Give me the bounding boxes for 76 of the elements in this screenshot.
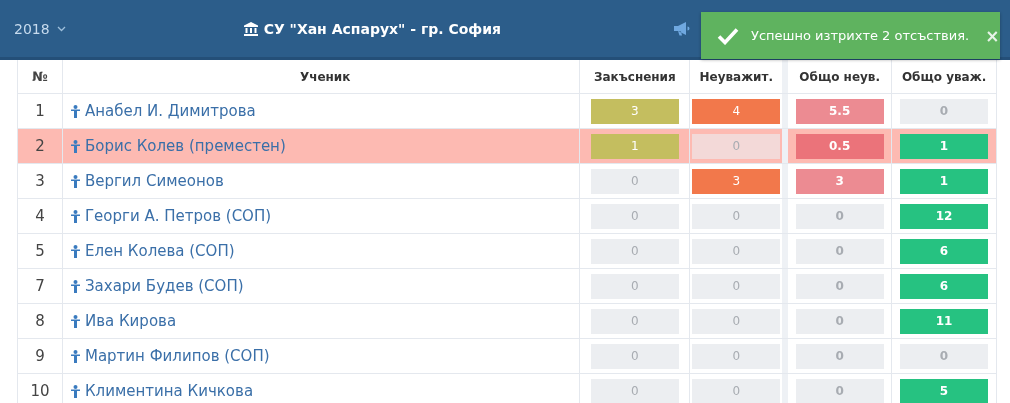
column-header: Закъснения — [580, 60, 691, 93]
count-badge: 1 — [900, 168, 989, 194]
count-badge: 0 — [795, 308, 884, 334]
student-link[interactable]: Анабел И. Димитрова — [70, 102, 256, 120]
checkmark-icon — [717, 26, 739, 45]
column-header: № — [18, 60, 63, 93]
student-link[interactable]: Ива Кирова — [70, 312, 177, 330]
count-badge: 0 — [692, 133, 781, 159]
count-badge: 0 — [692, 238, 781, 264]
row-number: 1 — [18, 94, 63, 128]
count-badge: 0 — [795, 203, 884, 229]
megaphone-icon[interactable] — [673, 21, 692, 36]
count-badge: 0 — [590, 203, 679, 229]
column-header: Общо неув. — [788, 60, 893, 93]
count-badge: 4 — [692, 98, 781, 124]
row-number: 5 — [18, 234, 63, 268]
count-badge: 1 — [900, 133, 989, 159]
count-badge: 3 — [692, 168, 781, 194]
person-icon — [70, 174, 80, 188]
student-link[interactable]: Борис Колев (преместен) — [70, 137, 286, 155]
person-icon — [70, 244, 80, 258]
student-link[interactable]: Елен Колева (СОП) — [70, 242, 235, 260]
student-link[interactable]: Вергил Симеонов — [70, 172, 224, 190]
count-badge: 0 — [692, 308, 781, 334]
year-dropdown[interactable]: 2018 — [14, 20, 66, 37]
row-number: 2 — [18, 129, 63, 163]
count-badge: 0 — [590, 273, 679, 299]
count-badge: 0 — [795, 378, 884, 403]
row-number: 3 — [18, 164, 63, 198]
person-icon — [70, 139, 80, 153]
student-link[interactable]: Георги А. Петров (СОП) — [70, 207, 272, 225]
count-badge: 3 — [795, 168, 884, 194]
count-badge: 0 — [795, 238, 884, 264]
school-title: СУ "Хан Аспарух" - гр. София — [263, 20, 502, 37]
count-badge: 0 — [795, 343, 884, 369]
count-badge: 11 — [900, 308, 989, 334]
count-badge: 0 — [795, 273, 884, 299]
count-badge: 0 — [692, 273, 781, 299]
row-number: 8 — [18, 304, 63, 338]
bank-icon — [243, 21, 258, 36]
column-header: Общо уваж. — [892, 60, 997, 93]
person-icon — [70, 384, 80, 398]
person-icon — [70, 314, 80, 328]
count-badge: 0 — [900, 98, 989, 124]
column-header: Ученик — [62, 60, 581, 93]
student-link[interactable]: Мартин Филипов (СОП) — [70, 347, 270, 365]
row-number: 7 — [18, 269, 63, 303]
row-number: 4 — [18, 199, 63, 233]
count-badge: 0 — [692, 343, 781, 369]
count-badge: 0.5 — [795, 133, 884, 159]
student-link[interactable]: Захари Будев (СОП) — [70, 277, 244, 295]
count-badge: 1 — [590, 133, 679, 159]
count-badge: 5.5 — [795, 98, 884, 124]
count-badge: 6 — [900, 273, 989, 299]
person-icon — [70, 279, 80, 293]
row-number: 9 — [18, 339, 63, 373]
count-badge: 6 — [900, 238, 989, 264]
count-badge: 5 — [900, 378, 989, 403]
count-badge: 0 — [692, 203, 781, 229]
toast-message: Успешно изтрихте 2 отсъствия. — [751, 28, 970, 43]
person-icon — [70, 209, 80, 223]
caret-icon — [56, 25, 66, 32]
count-badge: 0 — [590, 168, 679, 194]
count-badge: 0 — [900, 343, 989, 369]
person-icon — [70, 349, 80, 363]
count-badge: 0 — [590, 343, 679, 369]
column-header: Неуважит. — [690, 60, 789, 93]
count-badge: 12 — [900, 203, 989, 229]
count-badge: 0 — [590, 238, 679, 264]
row-number: 10 — [18, 374, 63, 403]
person-icon — [70, 104, 80, 118]
count-badge: 3 — [590, 98, 679, 124]
count-badge: 0 — [590, 308, 679, 334]
student-link[interactable]: Климентина Кичкова — [70, 382, 254, 400]
count-badge: 0 — [692, 378, 781, 403]
count-badge: 0 — [590, 378, 679, 403]
